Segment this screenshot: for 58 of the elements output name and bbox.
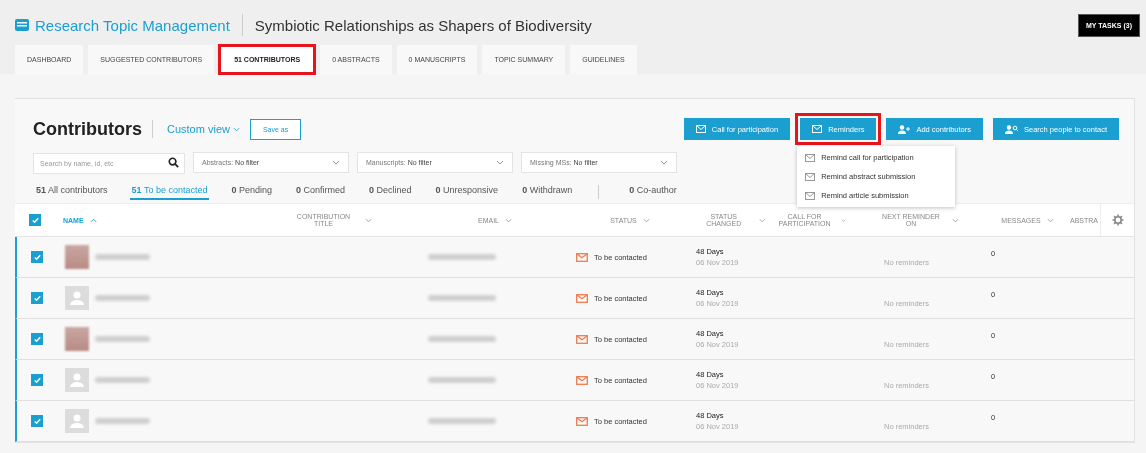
redacted-email xyxy=(428,254,496,260)
mail-icon xyxy=(805,153,816,162)
status-filter-tab[interactable]: 0 Confirmed xyxy=(294,183,348,200)
redacted-name xyxy=(95,418,150,424)
chevron-down-icon xyxy=(505,217,512,223)
status-filter-tab[interactable]: 0 Co-author xyxy=(627,183,679,200)
status-filter-tab[interactable]: 0 Declined xyxy=(367,183,414,200)
photo-placeholder xyxy=(65,327,89,351)
mail-icon xyxy=(576,334,588,344)
chevron-down-icon xyxy=(759,217,766,223)
chevron-down-icon xyxy=(332,160,340,165)
chevron-down-icon xyxy=(642,217,650,223)
mail-icon xyxy=(812,125,823,133)
app-title: Research Topic Management xyxy=(35,16,230,34)
row-checkbox[interactable] xyxy=(31,415,43,427)
status-filter-tab[interactable]: 0 Pending xyxy=(229,183,274,200)
chevron-down-icon xyxy=(364,217,372,223)
redacted-email xyxy=(428,336,496,342)
mail-icon xyxy=(576,252,588,262)
avatar-icon xyxy=(65,368,89,392)
status-filter-tab[interactable]: 0 Unresponsive xyxy=(433,183,501,200)
app-logo-icon xyxy=(15,19,29,31)
status-filter-tab[interactable]: 0 Withdrawn xyxy=(520,183,575,200)
mail-icon xyxy=(576,416,588,426)
redacted-email xyxy=(428,418,496,424)
photo-placeholder xyxy=(65,245,89,269)
redacted-email xyxy=(428,295,496,301)
row-checkbox[interactable] xyxy=(31,374,43,386)
redacted-name xyxy=(95,295,150,301)
avatar-icon xyxy=(65,409,89,433)
mail-icon xyxy=(576,293,588,303)
redacted-name xyxy=(95,377,150,383)
chevron-down-icon xyxy=(232,126,240,132)
chevron-up-icon xyxy=(89,217,97,223)
row-checkbox[interactable] xyxy=(31,292,43,304)
chevron-down-icon xyxy=(1046,217,1054,223)
avatar-icon xyxy=(65,286,89,310)
chevron-down-icon xyxy=(841,217,846,223)
mail-icon xyxy=(805,191,816,200)
mail-icon xyxy=(805,172,816,181)
person-search-icon xyxy=(1005,124,1018,134)
redacted-name xyxy=(95,254,150,260)
status-filter-tab[interactable]: 51 All contributors xyxy=(34,183,110,200)
person-add-icon xyxy=(898,124,911,134)
select-all-checkbox[interactable] xyxy=(29,214,41,226)
chevron-down-icon xyxy=(952,217,959,223)
search-icon xyxy=(168,157,179,168)
redacted-name xyxy=(95,336,150,342)
topic-title: Symbiotic Relationships as Shapers of Biodiversity xyxy=(254,16,592,34)
mail-icon xyxy=(576,375,588,385)
chevron-down-icon xyxy=(496,160,504,165)
settings-icon[interactable] xyxy=(1112,214,1124,226)
row-checkbox[interactable] xyxy=(31,251,43,263)
redacted-email xyxy=(428,377,496,383)
chevron-down-icon xyxy=(660,160,668,165)
panel-title: Contributors xyxy=(33,118,142,140)
row-checkbox[interactable] xyxy=(31,333,43,345)
mail-icon xyxy=(695,125,706,133)
